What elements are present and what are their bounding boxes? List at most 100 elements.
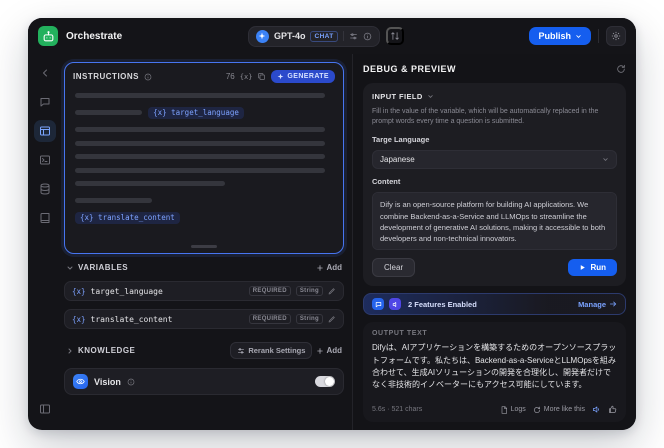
resize-handle[interactable] bbox=[191, 245, 217, 248]
model-params-sliders-icon[interactable] bbox=[349, 32, 358, 41]
target-language-label: Targe Language bbox=[372, 135, 430, 145]
settings-button[interactable] bbox=[606, 26, 626, 46]
rerank-settings-button[interactable]: Rerank Settings bbox=[230, 342, 313, 359]
run-button[interactable]: Run bbox=[568, 259, 617, 277]
features-bar: 2 Features Enabled Manage bbox=[363, 293, 626, 316]
chevron-right-icon[interactable] bbox=[66, 347, 74, 355]
model-name: GPT-4o bbox=[273, 31, 306, 41]
feature-chat-icon bbox=[372, 298, 384, 311]
variable-token-icon: {x} bbox=[72, 286, 86, 296]
knowledge-header: KNOWLEDGE Rerank Settings Add bbox=[64, 341, 344, 360]
feature-speech-icon bbox=[389, 298, 401, 311]
add-knowledge-button[interactable]: Add bbox=[316, 346, 342, 355]
orchestrate-board-icon[interactable] bbox=[34, 120, 56, 142]
instructions-editor[interactable]: INSTRUCTIONS 76 {x} GENERATE {x} target_… bbox=[64, 62, 344, 254]
output-text: Difyは、AIアプリケーションを構築するためのオープンソースプラットフォームで… bbox=[372, 343, 617, 390]
terminal-icon[interactable] bbox=[34, 149, 56, 171]
docs-book-icon[interactable] bbox=[34, 207, 56, 229]
add-variable-button[interactable]: Add bbox=[316, 263, 342, 272]
debug-preview-panel: DEBUG & PREVIEW INPUT FIELD Fill in the … bbox=[352, 54, 636, 430]
vision-label: Vision bbox=[94, 376, 121, 387]
pill-divider bbox=[342, 31, 344, 41]
model-provider-icon bbox=[255, 29, 269, 43]
sliders-icon bbox=[238, 347, 245, 353]
clear-button[interactable]: Clear bbox=[372, 258, 416, 278]
gear-icon bbox=[611, 31, 621, 41]
skeleton-line bbox=[75, 127, 326, 132]
skeleton-line bbox=[75, 140, 326, 146]
input-field-title: INPUT FIELD bbox=[372, 92, 423, 101]
variables-title: VARIABLES bbox=[78, 263, 129, 272]
variable-row[interactable]: {x} translate_content REQUIRED String bbox=[64, 309, 344, 329]
prompt-editor-body[interactable]: {x} target_language {x} translate_conten… bbox=[65, 87, 343, 245]
features-enabled-label: 2 Features Enabled bbox=[408, 299, 477, 309]
skeleton-line bbox=[75, 181, 225, 186]
arrow-right-icon bbox=[609, 301, 617, 307]
edit-variable-icon[interactable] bbox=[328, 287, 336, 295]
refresh-icon[interactable] bbox=[616, 64, 626, 74]
regenerate-icon bbox=[533, 406, 540, 413]
debug-title: DEBUG & PREVIEW bbox=[363, 64, 457, 74]
logs-file-icon bbox=[501, 405, 507, 414]
vision-card: Vision bbox=[64, 368, 344, 395]
target-language-value: Japanese bbox=[380, 155, 415, 165]
content-label: Content bbox=[372, 177, 401, 187]
output-footer: 5.6s · 521 chars Logs More like this bbox=[372, 405, 617, 414]
copy-icon[interactable] bbox=[257, 72, 266, 81]
variable-token-icon: {x} bbox=[72, 314, 86, 324]
model-selector-area: GPT-4o CHAT bbox=[130, 25, 521, 47]
page-title: Orchestrate bbox=[66, 30, 123, 42]
variable-chip-target-language[interactable]: {x} target_language bbox=[148, 106, 244, 119]
content-textarea[interactable]: Dify is an open-source platform for buil… bbox=[372, 192, 617, 251]
window-body: INSTRUCTIONS 76 {x} GENERATE {x} target_… bbox=[28, 54, 636, 430]
model-info-icon[interactable] bbox=[363, 32, 372, 41]
input-field-description: Fill in the value of the variable, which… bbox=[372, 108, 599, 126]
edit-variable-icon[interactable] bbox=[328, 315, 336, 323]
header-divider bbox=[598, 29, 599, 43]
plus-icon bbox=[317, 347, 324, 354]
input-card-footer: Clear Run bbox=[372, 258, 617, 278]
skeleton-line bbox=[75, 154, 326, 159]
info-icon bbox=[127, 378, 135, 386]
play-icon bbox=[581, 265, 586, 271]
target-language-select[interactable]: Japanese bbox=[372, 150, 617, 170]
logs-button[interactable]: Logs bbox=[500, 405, 526, 414]
generate-button[interactable]: GENERATE bbox=[271, 70, 335, 83]
variable-name: target_language bbox=[90, 286, 163, 296]
swap-model-icon[interactable] bbox=[385, 27, 404, 45]
char-count: 76 bbox=[225, 72, 235, 81]
variable-row[interactable]: {x} target_language REQUIRED String bbox=[64, 281, 344, 301]
output-title: OUTPUT TEXT bbox=[372, 330, 428, 338]
chevron-down-icon bbox=[427, 93, 434, 100]
variable-chip-translate-content[interactable]: {x} translate_content bbox=[75, 211, 180, 224]
chevron-down-icon[interactable] bbox=[66, 264, 74, 272]
variables-header: VARIABLES Add bbox=[64, 262, 344, 273]
chat-icon[interactable] bbox=[34, 91, 56, 113]
publish-label: Publish bbox=[538, 31, 571, 41]
panel-layout-icon[interactable] bbox=[34, 398, 56, 420]
instructions-title: INSTRUCTIONS bbox=[73, 72, 139, 81]
input-field-card: INPUT FIELD Fill in the value of the var… bbox=[363, 83, 626, 287]
manage-features-button[interactable]: Manage bbox=[578, 300, 617, 309]
skeleton-line bbox=[75, 198, 153, 203]
output-stats: 5.6s · 521 chars bbox=[372, 406, 423, 413]
variable-name: translate_content bbox=[90, 314, 173, 324]
vision-toggle[interactable] bbox=[315, 376, 335, 387]
publish-button[interactable]: Publish bbox=[529, 27, 591, 45]
left-rail bbox=[28, 54, 62, 430]
top-right-actions: Publish bbox=[529, 26, 626, 46]
skeleton-line bbox=[75, 93, 326, 98]
thumbs-up-icon[interactable] bbox=[608, 405, 617, 414]
model-mode-badge: CHAT bbox=[310, 30, 338, 42]
model-selector[interactable]: GPT-4o CHAT bbox=[247, 25, 380, 47]
type-badge: String bbox=[295, 286, 323, 296]
app-logo-robot-icon[interactable] bbox=[38, 26, 58, 46]
input-field-header[interactable]: INPUT FIELD bbox=[372, 92, 617, 101]
insert-variable-icon[interactable]: {x} bbox=[240, 73, 253, 81]
speaker-icon[interactable] bbox=[592, 405, 601, 414]
collapse-back-icon[interactable] bbox=[34, 62, 56, 84]
more-like-this-button[interactable]: More like this bbox=[533, 406, 585, 414]
database-icon[interactable] bbox=[34, 178, 56, 200]
skeleton-line bbox=[75, 167, 326, 173]
required-badge: REQUIRED bbox=[248, 314, 291, 324]
